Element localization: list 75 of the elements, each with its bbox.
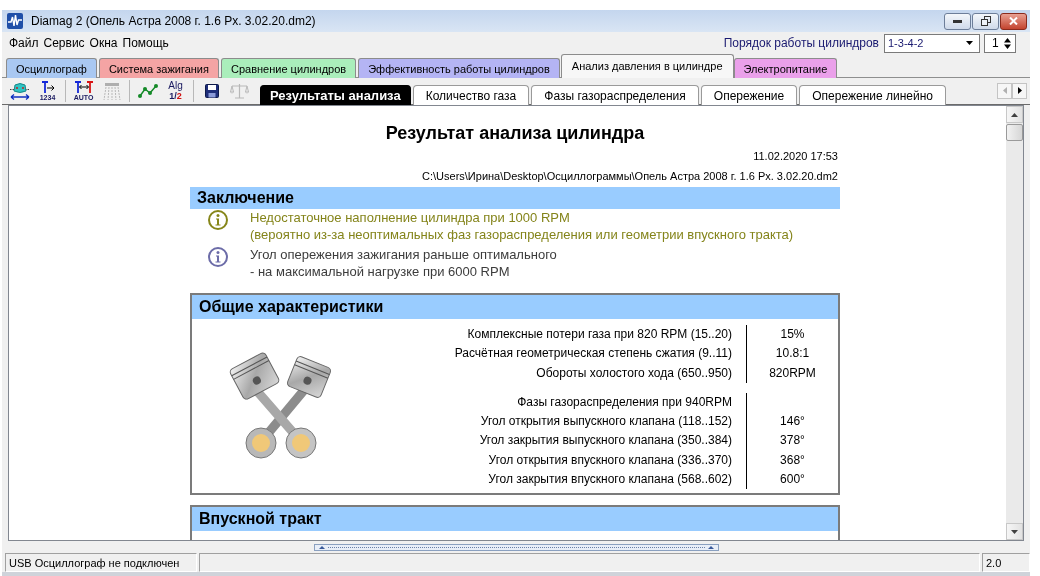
caret-down-icon: [966, 41, 973, 45]
section-heading: Заключение: [190, 187, 840, 209]
save-icon: [204, 84, 219, 98]
info-icon: [208, 210, 228, 230]
scrollbar-track[interactable]: [1006, 106, 1023, 540]
characteristic-label: Фазы газораспределения при 940RPM: [517, 393, 732, 411]
cylinder-spinbox[interactable]: 1: [984, 33, 1016, 53]
section-heading: Общие характеристики: [192, 295, 838, 319]
menu-item[interactable]: Сервис: [41, 34, 87, 52]
info-icon: [208, 247, 228, 267]
waveform-icon: [7, 13, 23, 29]
marker-icon: [40, 81, 55, 93]
subtab[interactable]: Количество газа: [412, 85, 530, 105]
report-title: Результат анализа цилиндра: [385, 122, 645, 144]
report-date: 11.02.2020 17:53: [753, 149, 838, 163]
subtab[interactable]: Опережение линейно: [799, 85, 946, 105]
tab[interactable]: Сравнение цилиндров: [221, 58, 357, 78]
characteristic-value: 378°: [780, 432, 805, 450]
restore-icon: [980, 16, 991, 26]
tab[interactable]: Электропитание: [733, 58, 838, 78]
characteristic-label: Угол открытия выпускного клапана (118..152): [480, 413, 732, 431]
tab[interactable]: Осциллограф: [6, 58, 97, 78]
tab[interactable]: Система зажигания: [98, 58, 219, 78]
caret-right-icon: [1017, 87, 1022, 94]
caret-left-icon: [1002, 87, 1007, 94]
characteristic-label: Обороты холостого хода (650..950): [536, 364, 732, 382]
menu-item[interactable]: Файл: [7, 34, 41, 52]
characteristic-label: Комплексные потери газа при 820 RPM (15..20): [467, 326, 732, 343]
section-heading: Впускной тракт: [192, 507, 838, 532]
menu-item[interactable]: Окна: [87, 34, 120, 52]
scroll-right-button[interactable]: [1012, 82, 1027, 99]
scroll-down-button[interactable]: [1006, 523, 1023, 540]
spin-arrows-icon: [1004, 37, 1011, 49]
version-label: 2.0: [982, 553, 1030, 572]
caret-up-icon: [1011, 112, 1018, 117]
window-title: Diamag 2 (Опель Астра 2008 г. 1.6 Px. 3.02.20.dm2): [31, 14, 317, 28]
cylinder-order-label: Порядок работы цилиндров: [723, 36, 879, 50]
minimize-icon: [953, 19, 962, 23]
characteristic-value: 820RPM: [769, 364, 816, 382]
subtab[interactable]: Опережение: [700, 85, 798, 105]
cylinder-order-dropdown[interactable]: 1-3-4-2: [884, 33, 980, 53]
probe-icon: [8, 82, 31, 100]
characteristic-value: 368°: [780, 451, 805, 469]
triangle-up-icon: [707, 545, 714, 549]
menu-item[interactable]: Помощь: [120, 34, 171, 52]
scroll-up-button[interactable]: [1006, 106, 1023, 123]
subtab[interactable]: Результаты анализа: [260, 85, 411, 105]
tab[interactable]: Анализ давления в цилиндре: [560, 54, 734, 78]
characteristic-label: Угол закрытия выпускного клапана (350..384): [479, 432, 732, 450]
connection-status: USB Осциллограф не подключен: [5, 553, 197, 572]
markers-icon: [74, 81, 93, 93]
finding-text: Угол опережения зажигания раньше оптимального - на максимальной нагрузке при 6000 RPM: [250, 246, 557, 280]
line-graph-icon: [137, 84, 158, 98]
scales-icon: [230, 83, 249, 99]
close-icon: [1009, 17, 1018, 25]
toolbar-button[interactable]: Alg 1/2: [163, 79, 188, 103]
close-button[interactable]: [1000, 12, 1027, 30]
tab[interactable]: Эффективность работы цилиндров: [358, 58, 560, 78]
file-path: C:\Users\Ирина\Desktop\Осциллограммы\Опель Астра 2008 г. 1.6 Px. 3.02.20.dm2: [422, 169, 838, 183]
characteristic-label: Угол закрытия впускного клапана (568..602): [488, 471, 732, 489]
characteristic-label: Угол открытия впускного клапана (336..370): [488, 451, 732, 469]
scrollbar-thumb[interactable]: [1006, 124, 1023, 141]
characteristic-value: 600°: [780, 471, 805, 489]
caret-down-icon: [1011, 529, 1018, 534]
subtab[interactable]: Фазы газораспределения: [531, 85, 699, 105]
restore-button[interactable]: [972, 12, 999, 30]
characteristic-value: 146°: [780, 413, 805, 431]
minimize-button[interactable]: [944, 12, 971, 30]
characteristic-value: 10.8:1: [775, 345, 810, 363]
finding-text: Недостаточное наполнение цилиндра при 1000 RPM (вероятно из-за неоптимальных фаз газораспределения или геометрии впускного тракта): [250, 209, 794, 243]
splitter-handle[interactable]: [313, 543, 719, 551]
characteristic-label: Расчётная геометрическая степень сжатия (9..11): [454, 345, 732, 363]
comb-icon: [102, 82, 121, 100]
triangle-up-icon: [318, 545, 325, 549]
characteristic-value: 15%: [780, 326, 805, 343]
